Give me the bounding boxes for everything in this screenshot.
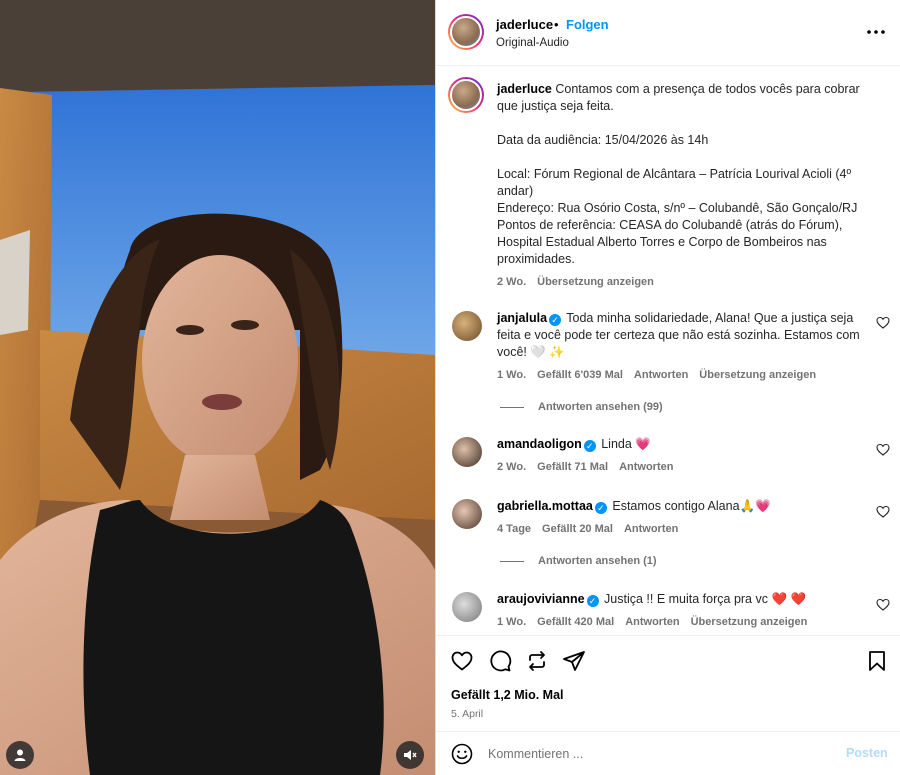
- share-icon[interactable]: [562, 649, 586, 673]
- comment-body: amandaoligon ✓ Linda 💗 2 Wo. Gefällt 71 M…: [497, 436, 867, 476]
- view-replies-label: Antworten ansehen (1): [538, 555, 657, 567]
- post-caption: jaderluce Contamos com a presença de tod…: [497, 81, 877, 291]
- commenter-avatar[interactable]: [452, 499, 482, 529]
- caption-line: Endereço: Rua Osório Costa, s/nº – Colub…: [497, 201, 858, 215]
- comment-time[interactable]: 1 Wo.: [497, 367, 526, 384]
- muted-speaker-icon: [404, 750, 417, 760]
- caption-translate-link[interactable]: Übersetzung anzeigen: [537, 274, 654, 291]
- comment-composer: Posten: [436, 731, 900, 775]
- bookmark-icon[interactable]: [865, 649, 889, 673]
- comment-meta: 1 Wo. Gefällt 6'039 Mal Antworten Überse…: [497, 367, 867, 384]
- comment-text: Linda 💗: [601, 437, 651, 451]
- video-frame: [0, 0, 435, 775]
- caption-username[interactable]: jaderluce: [497, 82, 552, 96]
- comment-body: janjalula ✓ Toda minha solidariedade, Ala…: [497, 310, 867, 384]
- comment-icon[interactable]: [488, 649, 512, 673]
- comment-translate-link[interactable]: Übersetzung anzeigen: [691, 614, 808, 631]
- mute-toggle-button[interactable]: [396, 741, 424, 769]
- repost-icon[interactable]: [525, 649, 549, 673]
- header-separator: •: [554, 17, 559, 32]
- comment-like-heart-icon[interactable]: [876, 443, 890, 457]
- reel-video[interactable]: [0, 0, 435, 775]
- commenter-username[interactable]: gabriella.mottaa: [497, 499, 593, 513]
- comment-reply-button[interactable]: Antworten: [625, 614, 679, 631]
- post-actions: Gefällt 1,2 Mio. Mal 5. April: [436, 635, 900, 730]
- post-header: jaderluce • Folgen Original-Audio: [436, 0, 900, 66]
- comment-meta: 1 Wo. Gefällt 420 Mal Antworten Übersetz…: [497, 614, 867, 631]
- comment-input[interactable]: [488, 744, 818, 764]
- emoji-icon[interactable]: [451, 743, 473, 765]
- verified-badge-icon: ✓: [594, 502, 607, 514]
- view-replies-button[interactable]: Antworten ansehen (1): [500, 555, 657, 567]
- comment-likes[interactable]: Gefällt 71 Mal: [537, 459, 608, 476]
- verified-badge-icon: ✓: [586, 595, 599, 607]
- comment-like-heart-icon[interactable]: [876, 598, 890, 612]
- comment-likes[interactable]: Gefällt 6'039 Mal: [537, 367, 623, 384]
- user-tag-button[interactable]: [6, 741, 34, 769]
- comment-reply-button[interactable]: Antworten: [619, 459, 673, 476]
- comment-time[interactable]: 2 Wo.: [497, 459, 526, 476]
- comment-meta: 2 Wo. Gefällt 71 Mal Antworten: [497, 459, 867, 476]
- commenter-username[interactable]: amandaoligon: [497, 437, 582, 451]
- comment-time[interactable]: 4 Tage: [497, 521, 531, 538]
- likes-count[interactable]: Gefällt 1,2 Mio. Mal: [451, 688, 564, 702]
- verified-badge-icon: ✓: [549, 314, 562, 326]
- comment-likes[interactable]: Gefällt 420 Mal: [537, 614, 614, 631]
- comment-reply-button[interactable]: Antworten: [634, 367, 688, 384]
- comment-like-heart-icon[interactable]: [876, 505, 890, 519]
- caption-meta: 2 Wo. Übersetzung anzeigen: [497, 274, 877, 291]
- caption-line: Data da audiência: 15/04/2026 às 14h: [497, 133, 709, 147]
- caption-line: Pontos de referência: CEASA do Colubandê…: [497, 218, 843, 266]
- comment-like-heart-icon[interactable]: [876, 316, 890, 330]
- follow-button[interactable]: Folgen: [566, 17, 609, 32]
- comment-body: araujovivianne ✓ Justiça !! E muita força…: [497, 591, 867, 631]
- caption-line: Local: Fórum Regional de Alcântara – Pat…: [497, 167, 852, 198]
- commenter-avatar[interactable]: [452, 311, 482, 341]
- comment-body: gabriella.mottaa ✓ Estamos contigo Alana🙏…: [497, 498, 867, 538]
- commenter-avatar[interactable]: [452, 592, 482, 622]
- commenter-avatar[interactable]: [452, 437, 482, 467]
- commenter-username[interactable]: janjalula: [497, 311, 547, 325]
- view-replies-label: Antworten ansehen (99): [538, 401, 663, 413]
- comments-scroll-area[interactable]: jaderluce Contamos com a presença de tod…: [436, 67, 900, 635]
- comment-meta: 4 Tage Gefällt 20 Mal Antworten: [497, 521, 867, 538]
- verified-badge-icon: ✓: [583, 440, 596, 452]
- comment-translate-link[interactable]: Übersetzung anzeigen: [699, 367, 816, 384]
- more-options-button[interactable]: [864, 20, 888, 44]
- post-comment-button[interactable]: Posten: [846, 746, 888, 760]
- comment-reply-button[interactable]: Antworten: [624, 521, 678, 538]
- audio-link[interactable]: Original-Audio: [496, 37, 569, 49]
- caption-time[interactable]: 2 Wo.: [497, 274, 526, 291]
- post-date[interactable]: 5. April: [451, 708, 483, 720]
- comment-text: Estamos contigo Alana🙏💗: [612, 499, 771, 513]
- heart-icon[interactable]: [450, 649, 474, 673]
- comment-time[interactable]: 1 Wo.: [497, 614, 526, 631]
- comment-likes[interactable]: Gefällt 20 Mal: [542, 521, 613, 538]
- commenter-username[interactable]: araujovivianne: [497, 592, 585, 606]
- comment-text: Justiça !! E muita força pra vc ❤️ ❤️: [604, 592, 807, 606]
- more-horizontal-icon: [867, 30, 885, 34]
- caption-line: Contamos com a presença de todos vocês p…: [497, 82, 860, 113]
- author-username[interactable]: jaderluce: [496, 17, 553, 32]
- user-tag-icon: [14, 749, 26, 761]
- view-replies-button[interactable]: Antworten ansehen (99): [500, 401, 663, 413]
- caption-author-avatar[interactable]: [448, 77, 484, 113]
- author-avatar[interactable]: [448, 14, 484, 50]
- post-panel: jaderluce • Folgen Original-Audio jaderl…: [436, 0, 900, 775]
